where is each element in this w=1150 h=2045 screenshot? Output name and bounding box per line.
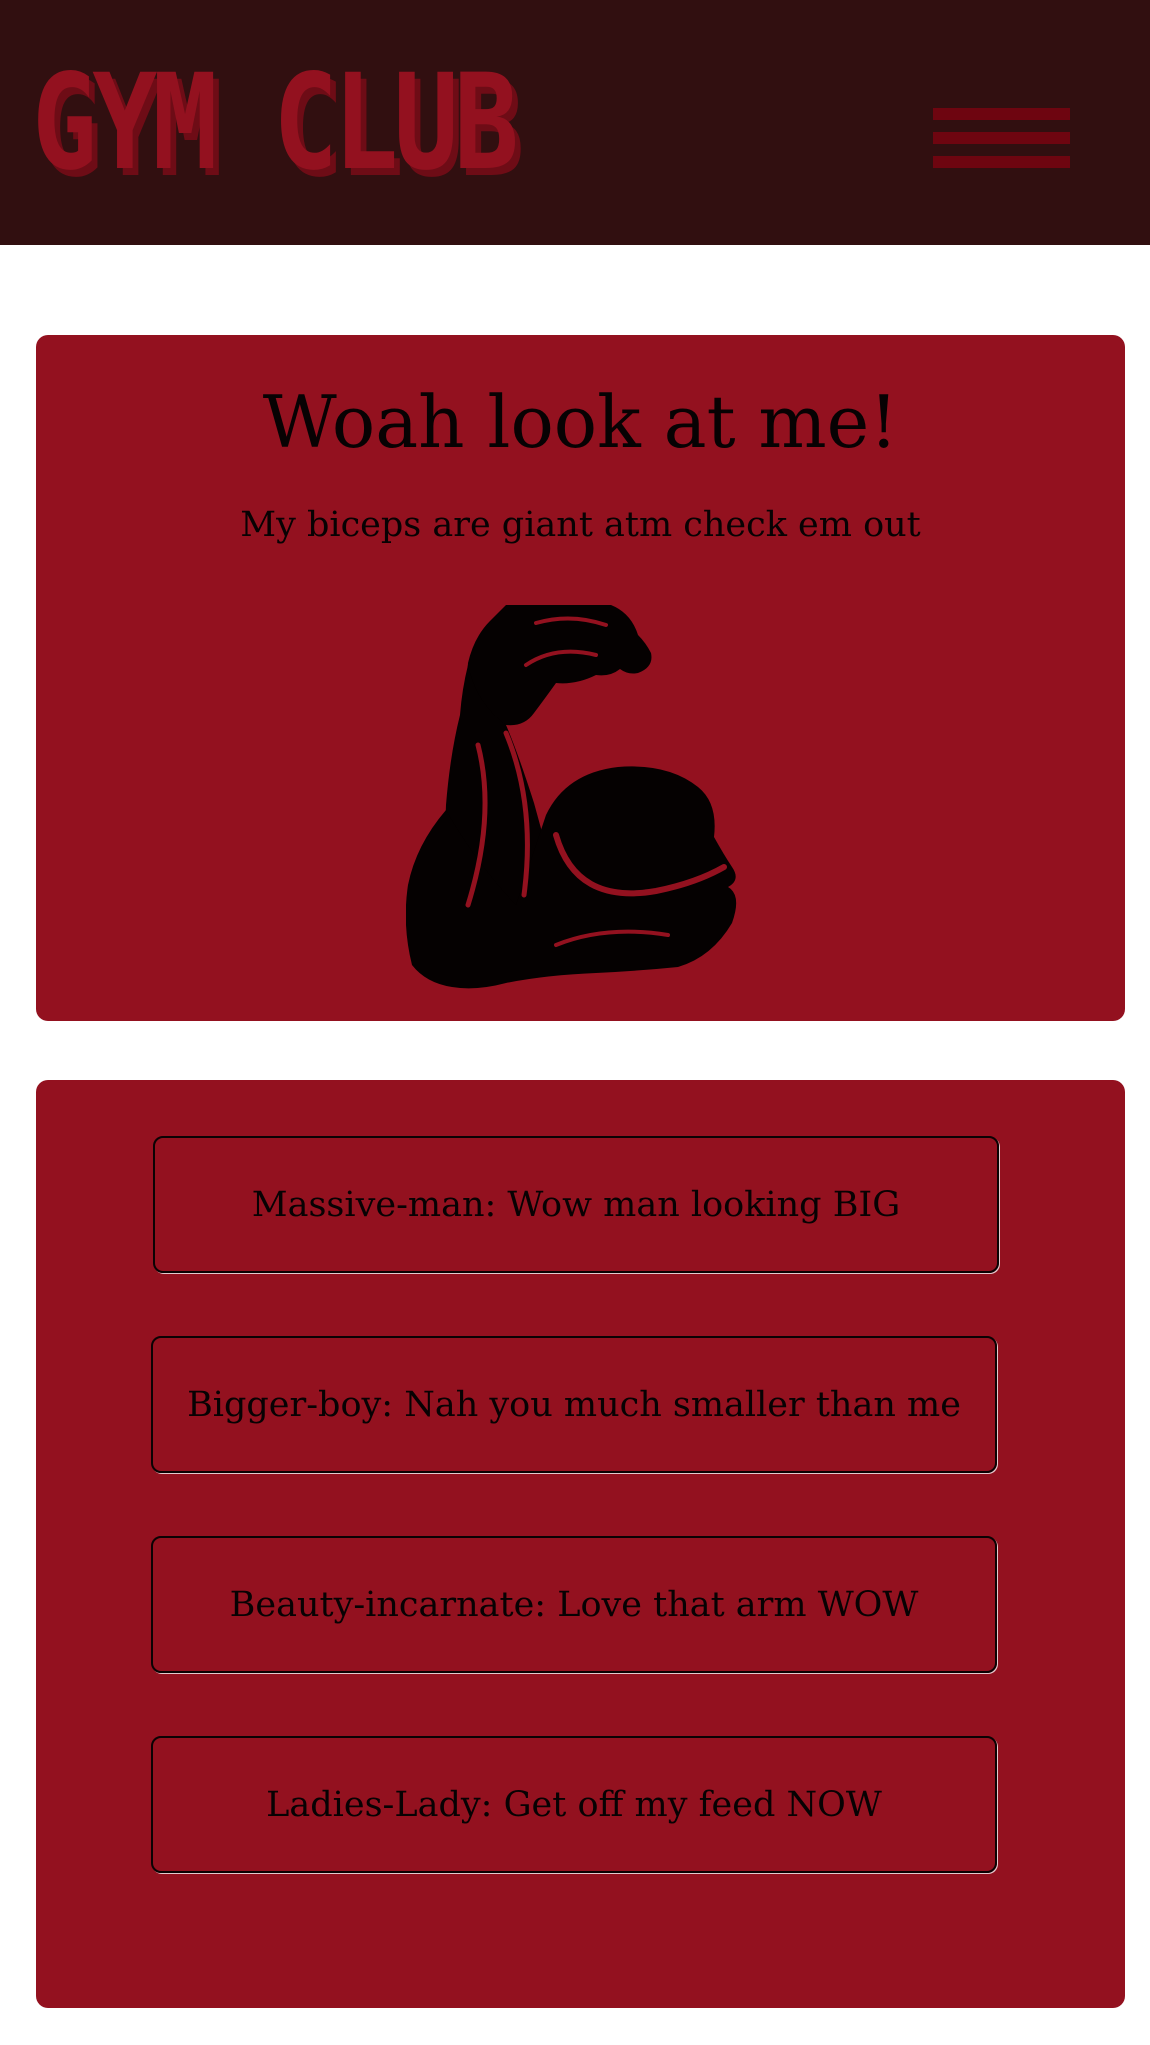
site-logo[interactable]: GYM CLUB xyxy=(32,48,519,198)
menu-bar-bottom xyxy=(933,156,1070,168)
comment-item[interactable]: Beauty-incarnate: Love that arm WOW xyxy=(151,1536,997,1673)
flexed-biceps-icon xyxy=(406,605,737,989)
comment-item[interactable]: Massive-man: Wow man looking BIG xyxy=(153,1136,999,1273)
hamburger-menu-icon[interactable] xyxy=(930,105,1070,180)
post-subtitle: My biceps are giant atm check em out xyxy=(240,505,921,545)
menu-bar-top xyxy=(933,108,1070,120)
comment-item[interactable]: Ladies-Lady: Get off my feed NOW xyxy=(151,1736,997,1873)
post-card: Woah look at me! My biceps are giant atm… xyxy=(36,335,1125,1021)
site-header: GYM CLUB xyxy=(0,0,1150,245)
menu-bar-middle xyxy=(933,132,1070,144)
post-title: Woah look at me! xyxy=(262,380,899,464)
comment-item[interactable]: Bigger-boy: Nah you much smaller than me xyxy=(151,1336,997,1473)
comments-card: Massive-man: Wow man looking BIG Bigger-… xyxy=(36,1080,1125,2008)
fist-shape xyxy=(467,605,652,726)
